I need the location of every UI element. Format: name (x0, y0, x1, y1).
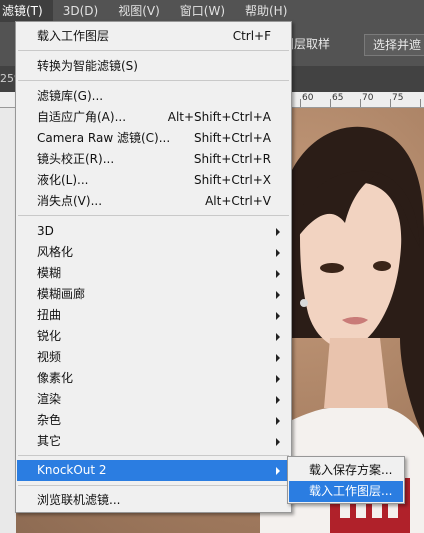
menu-item-browse-online-filters[interactable]: 浏览联机滤镜... (17, 490, 290, 511)
menu-item-label: 镜头校正(R)... (37, 152, 115, 166)
menu-item-video[interactable]: 视频 (17, 347, 290, 368)
menu-separator (18, 80, 289, 81)
ruler-number: 75 (392, 93, 404, 103)
menu-item-shortcut: Alt+Ctrl+V (205, 194, 271, 208)
ruler-number: 65 (332, 93, 344, 103)
submenu-item-load-workspace-layer[interactable]: 载入工作图层... (289, 481, 403, 502)
submenu-arrow-icon (276, 249, 280, 257)
menu-item-other[interactable]: 其它 (17, 431, 290, 452)
menu-item-label: 像素化 (37, 371, 74, 385)
select-and-mask-button[interactable]: 选择并遮 (364, 34, 424, 56)
menu-separator (18, 215, 289, 216)
menu-item-label: 模糊 (37, 266, 62, 280)
submenu-arrow-icon (276, 333, 280, 341)
vertical-ruler (0, 108, 16, 533)
menu-window[interactable]: 窗口(W) (170, 0, 235, 22)
ruler-tick (390, 99, 391, 107)
menu-item-blur[interactable]: 模糊 (17, 263, 290, 284)
menu-item-label: 杂色 (37, 413, 62, 427)
menu-item-label: 视频 (37, 350, 62, 364)
ruler-number: 60 (302, 93, 314, 103)
menu-item-sharpen[interactable]: 锐化 (17, 326, 290, 347)
submenu-arrow-icon (276, 396, 280, 404)
knockout-submenu: 载入保存方案... 载入工作图层... (287, 456, 405, 504)
menu-item-label: 锐化 (37, 329, 62, 343)
menu-item-label: 液化(L)... (37, 173, 89, 187)
submenu-arrow-icon (276, 467, 280, 475)
menu-help[interactable]: 帮助(H) (235, 0, 297, 22)
menu-filter[interactable]: 滤镜(T) (0, 0, 53, 22)
menu-item-adaptive-wide-angle[interactable]: 自适应广角(A)... Alt+Shift+Ctrl+A (17, 107, 290, 128)
submenu-arrow-icon (276, 354, 280, 362)
menu-item-label: 载入工作图层... (309, 484, 393, 498)
submenu-arrow-icon (276, 291, 280, 299)
menu-item-liquify[interactable]: 液化(L)... Shift+Ctrl+X (17, 170, 290, 191)
menu-3d[interactable]: 3D(D) (53, 0, 108, 22)
menu-item-lens-correction[interactable]: 镜头校正(R)... Shift+Ctrl+R (17, 149, 290, 170)
submenu-arrow-icon (276, 228, 280, 236)
menu-separator (18, 50, 289, 51)
menu-item-label: Camera Raw 滤镜(C)... (37, 131, 171, 145)
submenu-arrow-icon (276, 375, 280, 383)
ruler-number: 70 (362, 93, 374, 103)
menu-item-shortcut: Shift+Ctrl+A (194, 131, 271, 145)
ruler-tick (300, 99, 301, 107)
ruler-tick (330, 99, 331, 107)
filter-dropdown-menu: 载入工作图层 Ctrl+F 转换为智能滤镜(S) 滤镜库(G)... 自适应广角… (15, 21, 292, 513)
menu-item-distort[interactable]: 扭曲 (17, 305, 290, 326)
menu-item-label: 风格化 (37, 245, 74, 259)
menu-item-label: 载入保存方案... (309, 463, 393, 477)
submenu-arrow-icon (276, 270, 280, 278)
menu-item-label: 转换为智能滤镜(S) (37, 59, 138, 73)
menu-item-shortcut: Shift+Ctrl+X (194, 173, 271, 187)
menu-item-label: KnockOut 2 (37, 463, 107, 477)
menu-item-knockout[interactable]: KnockOut 2 (17, 460, 290, 481)
menu-item-render[interactable]: 渲染 (17, 389, 290, 410)
menu-item-label: 3D (37, 224, 54, 238)
menu-item-label: 载入工作图层 (37, 29, 110, 43)
menu-item-stylize[interactable]: 风格化 (17, 242, 290, 263)
submenu-arrow-icon (276, 438, 280, 446)
menu-item-pixelate[interactable]: 像素化 (17, 368, 290, 389)
menu-separator (18, 485, 289, 486)
menu-item-label: 自适应广角(A)... (37, 110, 127, 124)
menu-item-label: 浏览联机滤镜... (37, 493, 121, 507)
submenu-arrow-icon (276, 417, 280, 425)
menu-item-label: 模糊画廊 (37, 287, 86, 301)
menu-item-convert-smart-filter[interactable]: 转换为智能滤镜(S) (17, 56, 290, 77)
menu-item-label: 滤镜库(G)... (37, 89, 104, 103)
menu-item-shortcut: Ctrl+F (232, 29, 271, 43)
menu-item-3d[interactable]: 3D (17, 221, 290, 242)
menu-item-vanishing-point[interactable]: 消失点(V)... Alt+Ctrl+V (17, 191, 290, 212)
menu-item-label: 消失点(V)... (37, 194, 103, 208)
menu-item-filter-gallery[interactable]: 滤镜库(G)... (17, 86, 290, 107)
menu-item-label: 扭曲 (37, 308, 62, 322)
menu-item-label: 其它 (37, 434, 62, 448)
menu-bar: 滤镜(T) 3D(D) 视图(V) 窗口(W) 帮助(H) (0, 0, 424, 22)
menu-item-shortcut: Shift+Ctrl+R (193, 152, 271, 166)
menu-view[interactable]: 视图(V) (108, 0, 170, 22)
menu-item-noise[interactable]: 杂色 (17, 410, 290, 431)
menu-separator (18, 455, 289, 456)
submenu-item-load-preset[interactable]: 载入保存方案... (289, 460, 403, 481)
menu-item-camera-raw[interactable]: Camera Raw 滤镜(C)... Shift+Ctrl+A (17, 128, 290, 149)
submenu-arrow-icon (276, 312, 280, 320)
menu-item-blur-gallery[interactable]: 模糊画廊 (17, 284, 290, 305)
ruler-tick (360, 99, 361, 107)
menu-item-label: 渲染 (37, 392, 62, 406)
menu-item-shortcut: Alt+Shift+Ctrl+A (167, 110, 271, 124)
menu-item-load-workspace-layer[interactable]: 载入工作图层 Ctrl+F (17, 26, 290, 47)
ruler-tick (420, 99, 421, 107)
